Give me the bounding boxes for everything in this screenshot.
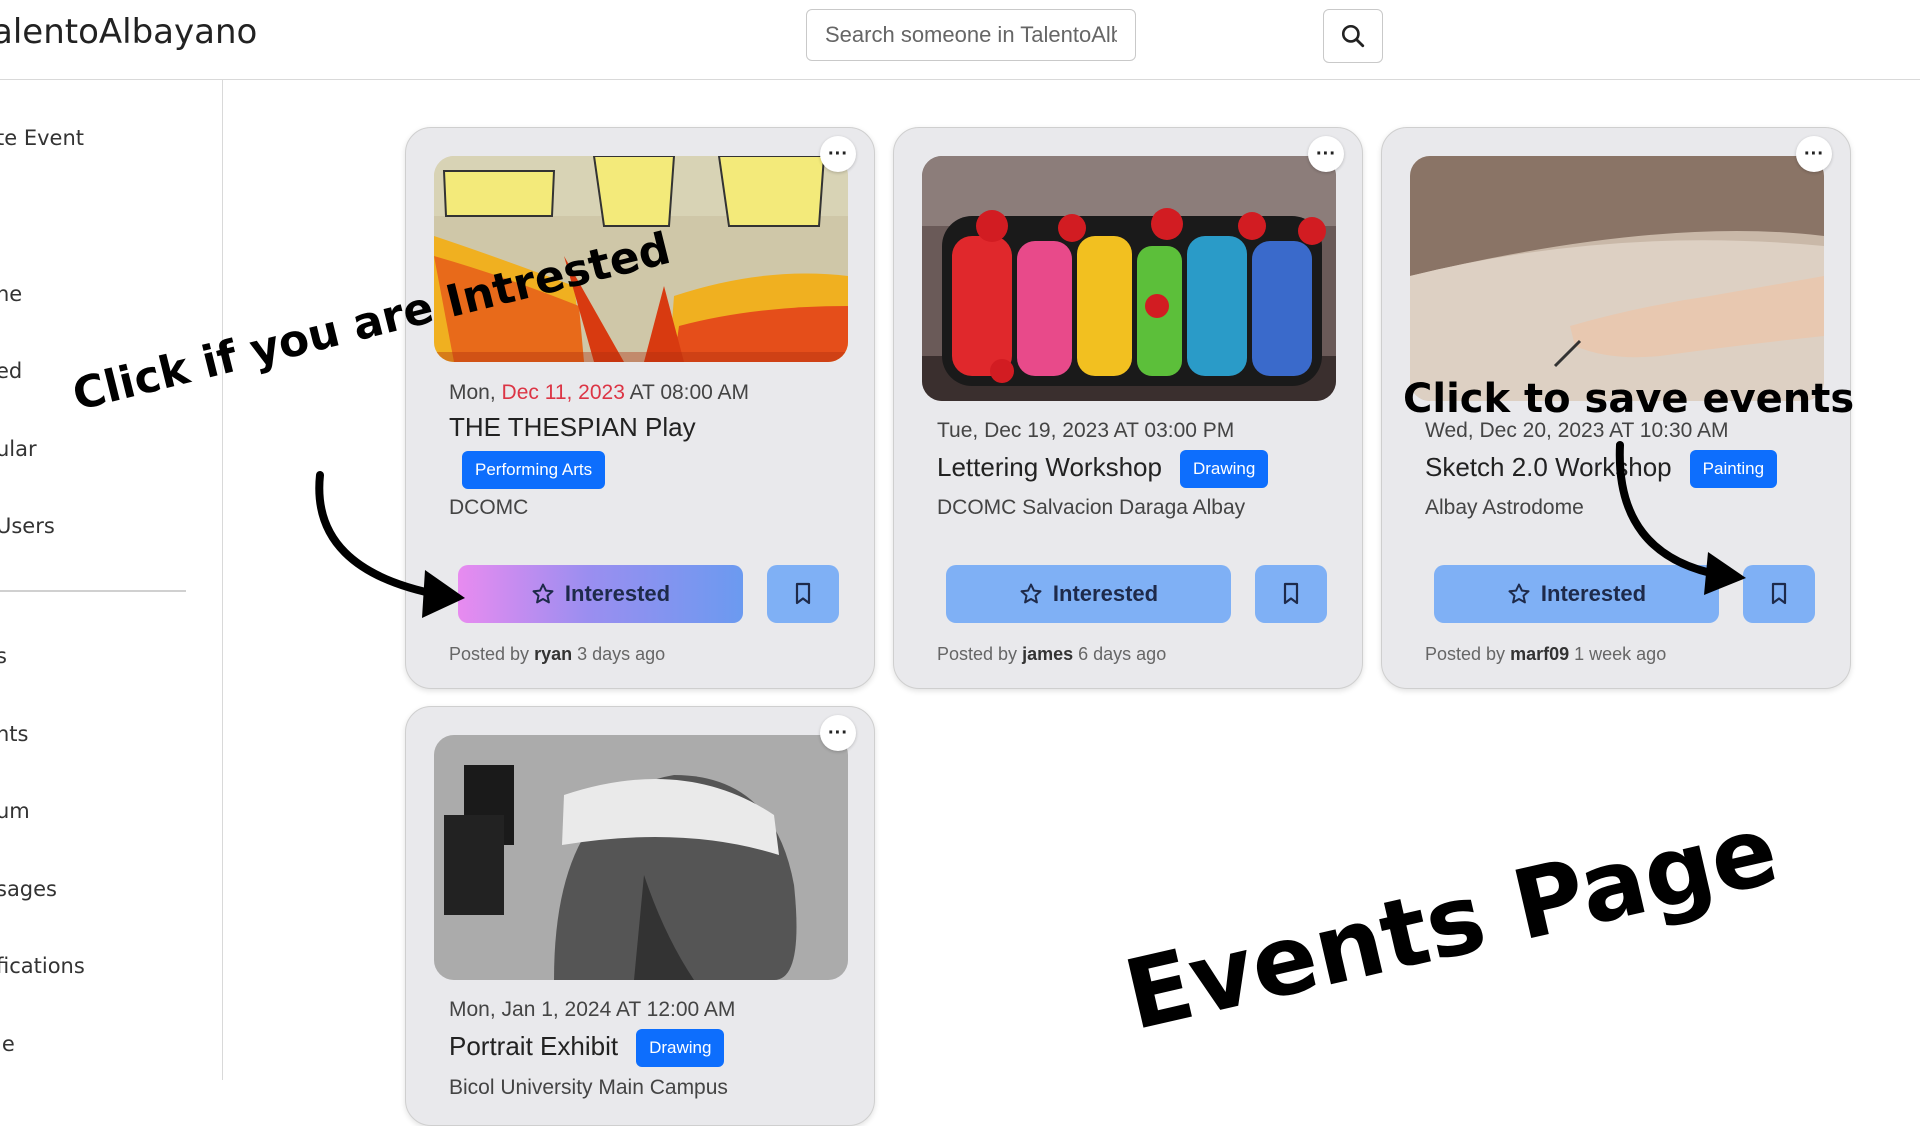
sidebar-item-users[interactable]: Users [0, 514, 55, 538]
sidebar-item-home[interactable]: ne [0, 282, 22, 306]
interested-button[interactable]: Interested [458, 565, 743, 623]
event-date: Mon, Dec 11, 2023 AT 08:00 AM [449, 381, 749, 405]
bookmark-icon [795, 582, 811, 605]
event-venue: Albay Astrodome [1425, 496, 1584, 519]
category-badge: Performing Arts [462, 451, 606, 489]
posted-by-prefix: Posted by [937, 644, 1018, 664]
posted-by-prefix: Posted by [449, 644, 530, 664]
interested-label: Interested [1052, 581, 1159, 606]
event-title-row: Lettering Workshop Drawing [937, 450, 1269, 488]
posted-by: Posted by marf09 1 week ago [1425, 644, 1666, 665]
sidebar-item-events[interactable]: nts [0, 722, 28, 746]
star-icon [1508, 583, 1530, 604]
event-date-weekday: Mon, [449, 381, 502, 404]
event-image [434, 735, 848, 980]
save-event-button[interactable] [1255, 565, 1327, 623]
author-name[interactable]: james [1022, 644, 1073, 664]
more-options-button[interactable]: ··· [820, 715, 856, 751]
sidebar-item-profile[interactable]: le [0, 1032, 15, 1056]
posted-by-prefix: Posted by [1425, 644, 1506, 664]
sidebar-item-notifications[interactable]: fications [0, 954, 85, 978]
save-event-button[interactable] [767, 565, 839, 623]
event-image [922, 156, 1336, 401]
sidebar-item-forum[interactable]: um [0, 799, 30, 823]
more-options-button[interactable]: ··· [1308, 136, 1344, 172]
interested-button[interactable]: Interested [946, 565, 1231, 623]
posted-by: Posted by james 6 days ago [937, 644, 1166, 665]
sidebar: te Event ne ed ular Users s nts um sages… [0, 80, 223, 1080]
annotation-arrow-interested [315, 471, 465, 618]
event-date-highlight: Dec 11, 2023 [501, 381, 625, 404]
event-title[interactable]: THE THESPIAN Play [449, 412, 696, 443]
bookmark-icon [1771, 582, 1787, 605]
more-options-button[interactable]: ··· [1796, 136, 1832, 172]
posted-by: Posted by ryan 3 days ago [449, 644, 665, 665]
event-title-row: Portrait Exhibit Drawing [449, 1029, 725, 1067]
search-button[interactable] [1323, 9, 1383, 63]
search-input[interactable] [806, 9, 1136, 61]
top-navbar: alentoAlbayano [0, 0, 1920, 80]
bookmark-icon [1283, 582, 1299, 605]
event-venue: DCOMC Salvacion Daraga Albay [937, 496, 1246, 519]
sidebar-divider [0, 590, 186, 592]
search-icon [1341, 24, 1365, 48]
annotation-arrow-save [1615, 441, 1746, 595]
event-title[interactable]: Lettering Workshop [937, 452, 1162, 482]
annotation-page-label: Events Page [1114, 793, 1788, 1052]
event-date: Mon, Jan 1, 2024 AT 12:00 AM [449, 998, 736, 1021]
posted-time-ago: 1 week ago [1574, 644, 1667, 664]
author-name[interactable]: marf09 [1510, 644, 1569, 664]
event-date-time: AT 08:00 AM [624, 381, 750, 404]
author-name[interactable]: ryan [534, 644, 572, 664]
sidebar-item-saved[interactable]: ed [0, 359, 22, 383]
sidebar-item-messages[interactable]: sages [0, 877, 57, 901]
category-badge: Drawing [1179, 450, 1269, 488]
star-icon [532, 583, 554, 604]
event-date: Tue, Dec 19, 2023 AT 03:00 PM [937, 419, 1235, 442]
sidebar-item-create-event[interactable]: te Event [0, 126, 84, 150]
event-card: ··· Mon, Dec 11, 2023 AT 08:00 AM THE TH… [405, 127, 875, 689]
event-card: ··· Mon, Jan 1, 2024 AT 12:00 AM Portrai… [405, 706, 875, 1126]
category-badge: Drawing [636, 1029, 725, 1067]
sidebar-item-s[interactable]: s [0, 644, 7, 668]
interested-label: Interested [564, 581, 671, 606]
sidebar-item-popular[interactable]: ular [0, 437, 37, 461]
posted-time-ago: 6 days ago [1078, 644, 1167, 664]
more-options-button[interactable]: ··· [820, 136, 856, 172]
annotation-save-hint: Click to save events [1403, 376, 1855, 422]
save-event-button[interactable] [1743, 565, 1815, 623]
posted-time-ago: 3 days ago [577, 644, 666, 664]
event-image [1410, 156, 1824, 401]
star-icon [1020, 583, 1042, 604]
event-card: ··· Tue, Dec 19, 2023 AT 03:00 PM Letter… [893, 127, 1363, 689]
event-title[interactable]: Portrait Exhibit [449, 1031, 618, 1061]
brand-logo-text[interactable]: alentoAlbayano [0, 12, 257, 52]
